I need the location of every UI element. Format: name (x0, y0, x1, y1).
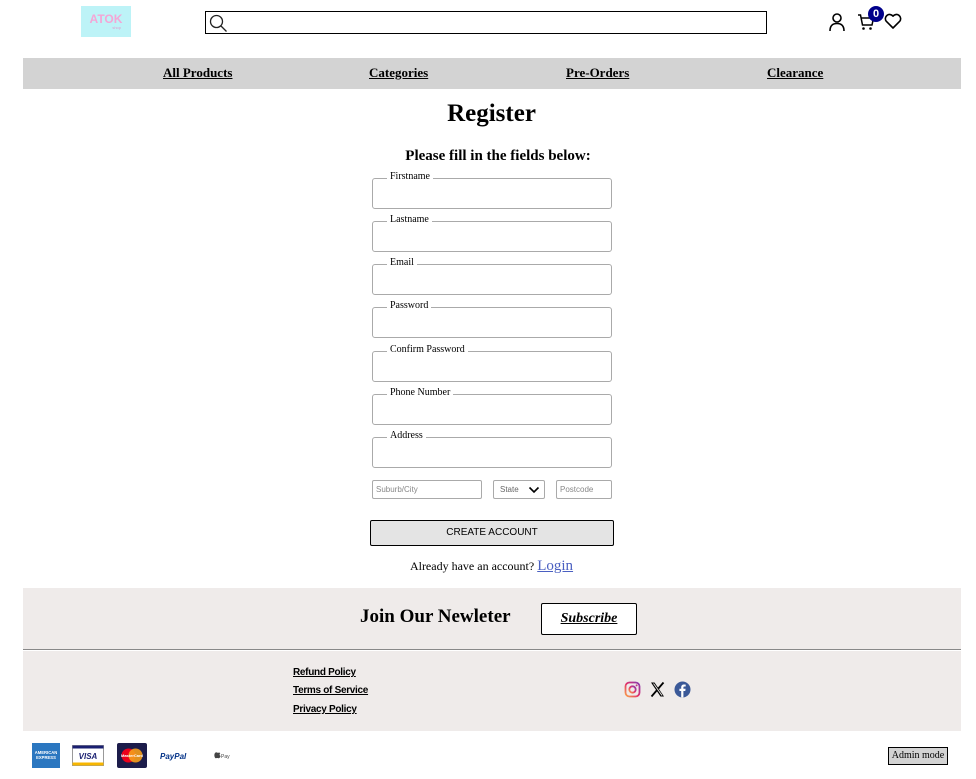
terms-of-service-link[interactable]: Terms of Service (293, 685, 368, 696)
already-have-account-text: Already have an account? (409, 559, 535, 573)
admin-mode-button[interactable]: Admin mode (888, 747, 948, 765)
nav-all-products[interactable]: All Products (163, 65, 232, 81)
create-account-button[interactable]: CREATE ACCOUNT (370, 520, 614, 546)
lastname-field[interactable]: Lastname (372, 214, 612, 252)
email-field[interactable]: Email (372, 257, 612, 295)
privacy-policy-link[interactable]: Privacy Policy (293, 704, 357, 715)
login-prompt: Already have an account? Login (0, 558, 976, 575)
state-select[interactable]: State (493, 480, 545, 499)
nav-categories[interactable]: Categories (369, 65, 428, 81)
apple-pay-label: Pay (221, 754, 230, 760)
visa-icon: VISA (72, 745, 104, 766)
footer: Refund Policy Terms of Service Privacy P… (23, 651, 961, 731)
address-field[interactable]: Address (372, 430, 612, 468)
facebook-icon[interactable] (674, 681, 691, 698)
cart-count-badge: 0 (868, 6, 884, 22)
newsletter-title: Join Our Newleter (360, 606, 511, 627)
header-icons: 0 (826, 6, 906, 34)
x-icon[interactable] (649, 681, 666, 698)
password-field[interactable]: Password (372, 300, 612, 338)
chevron-down-icon (528, 486, 540, 494)
logo-subtext: shop (112, 25, 121, 30)
nav-pre-orders[interactable]: Pre-Orders (566, 65, 629, 81)
apple-pay-icon: Pay (214, 752, 230, 760)
mastercard-label: MasterCard (121, 753, 144, 758)
phone-number-label: Phone Number (387, 387, 454, 399)
search-input[interactable] (205, 11, 767, 34)
search-icon[interactable] (208, 13, 228, 33)
refund-policy-link[interactable]: Refund Policy (293, 667, 356, 678)
confirm-password-label: Confirm Password (387, 344, 468, 356)
logo-text: ATOK (89, 12, 123, 26)
user-icon[interactable] (828, 12, 846, 32)
paypal-label: PayPal (160, 752, 187, 761)
form-subtitle: Please fill in the fields below: (405, 148, 591, 164)
instagram-icon[interactable] (624, 681, 641, 698)
page-title: Register (447, 100, 536, 127)
nav-clearance[interactable]: Clearance (767, 65, 823, 81)
amex-icon: AMERICAN EXPRESS (32, 743, 60, 768)
subscribe-button[interactable]: Subscribe (541, 603, 637, 635)
email-label: Email (387, 257, 417, 269)
address-label: Address (387, 430, 426, 442)
login-link[interactable]: Login (537, 558, 573, 574)
phone-number-field[interactable]: Phone Number (372, 387, 612, 425)
suburb-city-input[interactable]: Suburb/City (372, 480, 482, 499)
paypal-icon: PayPal (160, 752, 187, 761)
postcode-input[interactable]: Postcode (556, 480, 612, 499)
state-select-value: State (500, 485, 519, 494)
visa-label: VISA (79, 752, 98, 761)
firstname-field[interactable]: Firstname (372, 171, 612, 209)
amex-label-2: EXPRESS (36, 755, 56, 760)
heart-icon[interactable] (884, 12, 902, 30)
logo[interactable]: ATOK shop (81, 6, 131, 37)
mastercard-icon: MasterCard (117, 743, 147, 768)
firstname-label: Firstname (387, 171, 433, 183)
confirm-password-field[interactable]: Confirm Password (372, 344, 612, 382)
newsletter-section: Join Our Newleter Subscribe (23, 588, 961, 650)
lastname-label: Lastname (387, 214, 432, 226)
main-nav: All Products Categories Pre-Orders Clear… (23, 58, 961, 89)
password-label: Password (387, 300, 432, 312)
